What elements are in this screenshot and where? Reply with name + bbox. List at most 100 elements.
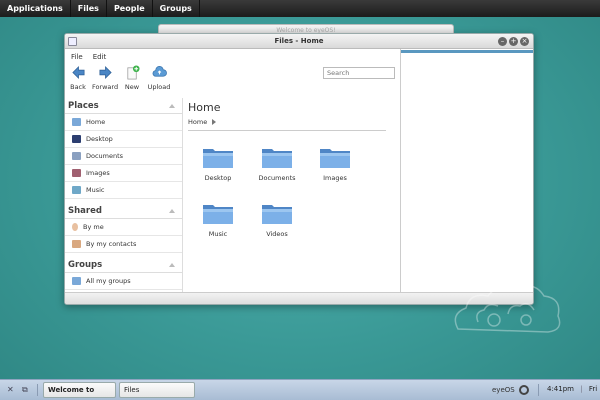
music-icon (72, 186, 81, 194)
window-titlebar[interactable]: Files - Home – + × (65, 34, 533, 49)
menu-edit[interactable]: Edit (93, 53, 107, 61)
close-all-icon[interactable]: ✕ (7, 385, 17, 395)
file-browser-content: Home Home Desktop Documents Images Music… (188, 98, 398, 294)
sidebar-item-by-me[interactable]: By me (65, 219, 182, 236)
sidebar-item-label: Home (86, 118, 106, 126)
sidebar-item-label: All my groups (86, 277, 131, 285)
breadcrumb-arrow-icon[interactable] (212, 119, 217, 125)
eyeos-logo-icon (518, 385, 529, 395)
clock[interactable]: 4:41pm | Fri (547, 385, 597, 393)
task-files[interactable]: Files (119, 382, 195, 398)
sidebar-item-label: By me (83, 223, 104, 231)
sidebar-item-all-my-groups[interactable]: All my groups (65, 273, 182, 290)
search-input[interactable] (323, 67, 395, 79)
sidebar-item-home[interactable]: Home (65, 114, 182, 131)
sidebar-item-by-my-contacts[interactable]: By my contacts (65, 236, 182, 253)
files-window: Files - Home – + × File Edit Back Forwar… (64, 33, 534, 305)
folder-icon (203, 149, 233, 168)
forward-label: Forward (91, 83, 119, 91)
divider (188, 130, 386, 131)
menu-groups[interactable]: Groups (153, 0, 200, 17)
sidebar-item-label: Images (86, 169, 110, 177)
groups-section-header[interactable]: Groups (65, 257, 182, 273)
folder-label: Videos (266, 230, 288, 238)
page-title: Home (188, 101, 221, 114)
home-folder-icon (72, 118, 81, 126)
contacts-icon (72, 240, 81, 248)
documents-icon (72, 152, 81, 160)
clock-time: 4:41pm (547, 385, 574, 393)
folder-images[interactable]: Images (313, 145, 357, 182)
folder-icon (262, 205, 292, 224)
details-pane-header (401, 50, 533, 53)
sidebar-item-label: Music (86, 186, 105, 194)
places-title: Places (68, 100, 99, 111)
show-desktop-icon[interactable]: ⧉ (22, 385, 32, 395)
desktop-monitor-icon (72, 135, 81, 143)
menu-file[interactable]: File (71, 53, 83, 61)
images-icon (72, 169, 81, 177)
shared-section-header[interactable]: Shared (65, 203, 182, 219)
folder-icon (320, 149, 350, 168)
new-label: New (124, 83, 140, 91)
folder-icon (203, 205, 233, 224)
groups-icon (72, 277, 81, 285)
sidebar-item-label: Documents (86, 152, 124, 160)
folder-documents[interactable]: Documents (255, 145, 299, 182)
breadcrumb-home[interactable]: Home (188, 118, 207, 126)
breadcrumb: Home (188, 118, 398, 126)
window-menubar: File Edit (71, 53, 106, 61)
sidebar-item-desktop[interactable]: Desktop (65, 131, 182, 148)
forward-button[interactable]: Forward (92, 65, 118, 91)
back-button[interactable]: Back (68, 65, 88, 91)
task-welcome[interactable]: Welcome to eyeOS! (43, 382, 116, 398)
menu-applications[interactable]: Applications (0, 0, 71, 17)
folder-label: Music (208, 230, 228, 238)
shared-title: Shared (68, 205, 102, 216)
groups-title: Groups (68, 259, 103, 270)
sidebar-item-images[interactable]: Images (65, 165, 182, 182)
new-document-icon (126, 65, 140, 80)
user-icon (72, 223, 78, 231)
sidebar-item-documents[interactable]: Documents (65, 148, 182, 165)
clock-separator: | (580, 385, 583, 393)
new-button[interactable]: New (122, 65, 142, 91)
upload-label: Upload (147, 83, 171, 91)
menu-files[interactable]: Files (71, 0, 107, 17)
folder-desktop[interactable]: Desktop (196, 145, 240, 182)
maximize-icon[interactable]: + (509, 37, 518, 46)
upload-button[interactable]: Upload (146, 65, 172, 91)
menu-people[interactable]: People (107, 0, 153, 17)
eyeos-brand[interactable]: eyeOS (492, 385, 529, 395)
sidebar-item-music[interactable]: Music (65, 182, 182, 199)
task-label: Welcome to eyeOS! (48, 386, 95, 394)
divider (37, 384, 38, 396)
collapse-triangle-icon[interactable] (169, 208, 175, 213)
sidebar-item-label: Desktop (86, 135, 113, 143)
folder-icon (262, 149, 292, 168)
forward-arrow-icon (99, 65, 112, 80)
folder-music[interactable]: Music (196, 201, 240, 238)
folder-label: Images (323, 174, 347, 182)
toolbar: Back Forward New Upload (68, 65, 172, 91)
brand-label: eyeOS (492, 386, 515, 394)
folder-label: Documents (258, 174, 296, 182)
back-arrow-icon (71, 65, 84, 80)
divider (538, 384, 539, 396)
folder-videos[interactable]: Videos (255, 201, 299, 238)
top-menu-bar: Applications Files People Groups (0, 0, 600, 17)
upload-cloud-icon (152, 66, 167, 77)
places-section-header[interactable]: Places (65, 98, 182, 114)
minimize-icon[interactable]: – (498, 37, 507, 46)
collapse-triangle-icon[interactable] (169, 103, 175, 108)
folder-label: Desktop (204, 174, 232, 182)
sidebar: Places Home Desktop Documents Images Mus… (65, 98, 183, 294)
close-icon[interactable]: × (520, 37, 529, 46)
cloud-swirl-decoration (454, 285, 561, 333)
collapse-triangle-icon[interactable] (169, 262, 175, 267)
window-title: Files - Home (274, 37, 324, 45)
details-pane (400, 49, 533, 294)
sidebar-item-label: By my contacts (86, 240, 137, 248)
task-label: Files (124, 386, 140, 394)
window-controls: – + × (498, 37, 529, 46)
